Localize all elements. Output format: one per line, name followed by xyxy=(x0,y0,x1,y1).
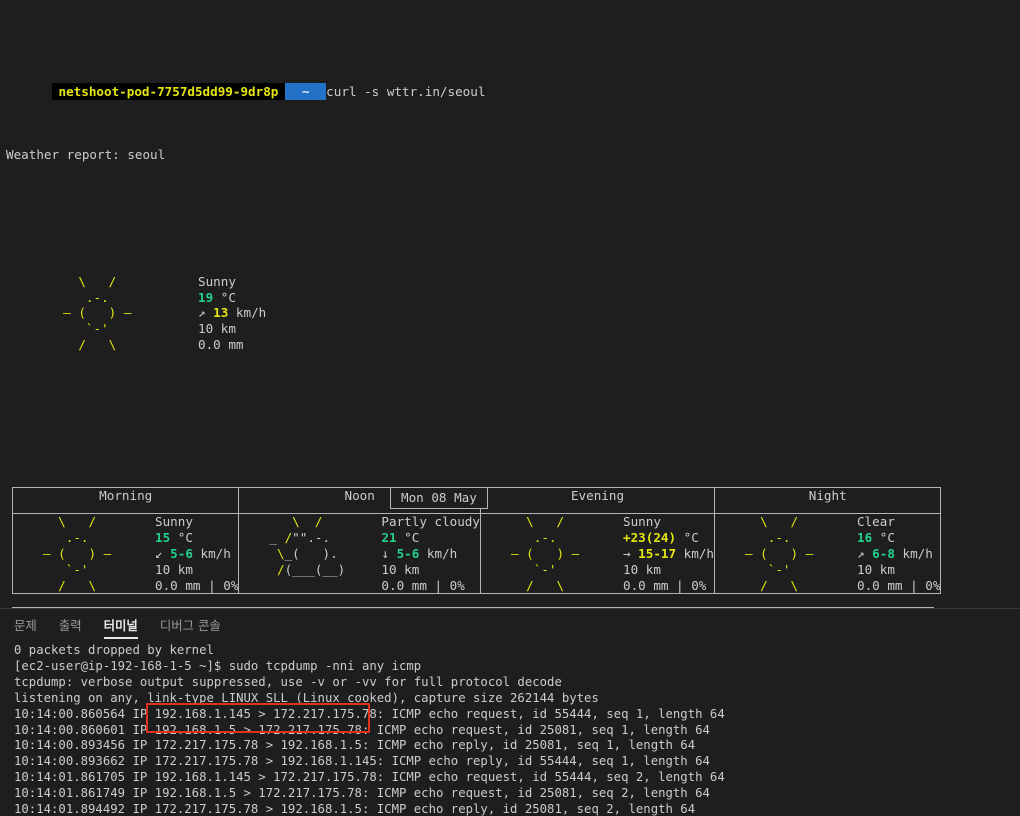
prompt-host: netshoot-pod-7757d5dd99-9dr8p xyxy=(51,83,286,101)
forecast-info-line: Sunny xyxy=(622,514,661,530)
terminal-editor-pane[interactable]: netshoot-pod-7757d5dd99-9dr8p ~ curl -s … xyxy=(0,0,1020,608)
current-info-line: 19 °C xyxy=(198,289,236,305)
tcpdump-line: 10:14:01.861749 IP 192.168.1.5 > 172.217… xyxy=(14,786,710,801)
current-info-line: 10 km xyxy=(198,321,236,337)
forecast-info-line: 10 km xyxy=(155,561,193,577)
prompt-command: curl -s wttr.in/seoul xyxy=(326,84,486,100)
forecast-weather-icon: /(___(__) xyxy=(277,561,361,577)
tcpdump-output[interactable]: 0 packets dropped by kernel [ec2-user@ip-… xyxy=(0,639,1020,816)
terminal-output[interactable]: netshoot-pod-7757d5dd99-9dr8p ~ curl -s … xyxy=(0,0,1020,608)
forecast-cell: \ / Partly cloudy _ /"".-. 21 °C \_( ). ↓… xyxy=(238,513,481,595)
bottom-panel[interactable]: 문제 출력 터미널 디버그 콘솔 0 packets dropped by kerne… xyxy=(0,609,1020,816)
forecast-weather-icon: \ / xyxy=(43,514,112,530)
forecast-weather-icon: ― ( ) ― xyxy=(510,545,580,561)
forecast-info-line: 0.0 mm | 0% xyxy=(381,577,465,593)
panel-tab-0[interactable]: 문제 xyxy=(14,618,37,639)
forecast-weather-icon: \_( ). xyxy=(277,545,361,561)
forecast-cell: \ / Sunny .-. +23(24) °C ― ( ) ― → 15-17 k… xyxy=(479,513,716,595)
tcpdump-line: 10:14:00.893456 IP 172.217.175.78 > 192.… xyxy=(14,738,696,753)
forecast-weather-icon: \ / xyxy=(292,514,323,530)
forecast-info-line: 0.0 mm | 0% xyxy=(857,577,941,593)
forecast-weather-icon: / \ xyxy=(43,577,112,593)
forecast-column-header: Night xyxy=(713,487,942,515)
forecast-weather-icon: .-. xyxy=(510,530,580,546)
forecast-info-line: 0.0 mm | 0% xyxy=(622,577,707,593)
forecast-weather-icon: .-. xyxy=(745,530,814,546)
forecast-info-line: ↗ 6-8 km/h xyxy=(857,545,933,561)
forecast-cell: \ / Clear .-. 16 °C ― ( ) ― ↗ 6-8 km/h `-'… xyxy=(713,513,942,595)
tcpdump-line: 10:14:00.860564 IP 192.168.1.145 > 172.2… xyxy=(14,706,725,721)
current-info-line: ↗ 13 km/h xyxy=(198,305,267,321)
forecast-weather-icon: `-' xyxy=(745,561,814,577)
forecast-weather-icon: ― ( ) ― xyxy=(745,545,814,561)
forecast-weather-icon: / \ xyxy=(510,577,580,593)
panel-tab-bar[interactable]: 문제 출력 터미널 디버그 콘솔 xyxy=(0,609,1020,639)
current-weather-icon: ― ( ) ― xyxy=(48,305,147,321)
forecast-weather-icon xyxy=(239,578,381,594)
forecast-info-line: 15 °C xyxy=(155,530,193,546)
current-info-line: 0.0 mm xyxy=(198,336,244,352)
forecast-weather-icon: .-. xyxy=(43,530,112,546)
tcpdump-line: 10:14:01.861705 IP 192.168.1.145 > 172.2… xyxy=(14,770,725,785)
forecast-info-line: ↓ 5-6 km/h xyxy=(381,545,458,561)
forecast-info-line: +23(24) °C xyxy=(622,530,699,546)
forecast-weather-icon: `-' xyxy=(43,561,112,577)
forecast-info-line: ↙ 5-6 km/h xyxy=(155,545,231,561)
forecast-weather-icon: _ /"".-. xyxy=(269,530,361,546)
current-conditions: \ / Sunny .-. 19 °C ― ( ) ― ↗ 13 km/h `-… xyxy=(6,274,1020,353)
tcpdump-line: 0 packets dropped by kernel xyxy=(14,643,214,657)
weather-report-header: Weather report: seoul xyxy=(6,147,166,163)
forecast-day-panel: Mon 08 May Morning Noon Evening Night \ / Su… xyxy=(6,487,1020,595)
prompt-separator-left xyxy=(285,83,295,101)
current-weather-icon: `-' xyxy=(48,321,147,337)
tcpdump-line: 10:14:00.860601 IP 192.168.1.5 > 172.217… xyxy=(14,722,710,737)
panel-tab-2[interactable]: 터미널 xyxy=(103,618,139,639)
tcpdump-line: listening on any, link-type LINUX SLL (L… xyxy=(14,690,599,705)
panel-tab-1[interactable]: 출력 xyxy=(59,618,82,639)
tcpdump-line: [ec2-user@ip-192-168-1-5 ~]$ sudo tcpdum… xyxy=(14,658,422,673)
current-weather-icon: / \ xyxy=(48,336,147,352)
forecast-info-line: 10 km xyxy=(622,561,661,577)
forecast-column-header: Morning xyxy=(11,487,240,515)
forecast-weather-icon: \ / xyxy=(745,514,814,530)
forecast-info-line: Sunny xyxy=(155,514,193,530)
forecast-weather-icon: / \ xyxy=(745,577,814,593)
forecast-date-badge: Tue 09 May xyxy=(390,607,488,608)
forecast-weather-icon: \ / xyxy=(510,514,580,530)
forecast-info-line: Partly cloudy xyxy=(381,514,480,530)
prompt-separator-right xyxy=(316,83,327,101)
prompt-path: ~ xyxy=(294,83,317,101)
panel-tab-3[interactable]: 디버그 콘솔 xyxy=(160,618,221,639)
forecast-info-line: Clear xyxy=(857,514,895,530)
tcpdump-line: 10:14:00.893662 IP 172.217.175.78 > 192.… xyxy=(14,754,710,769)
forecast-info-line: 0.0 mm | 0% xyxy=(155,577,239,593)
forecast-weather-icon: `-' xyxy=(510,561,580,577)
forecast-date-badge: Mon 08 May xyxy=(390,487,488,510)
forecast-info-line: 10 km xyxy=(857,561,895,577)
tcpdump-line: 10:14:01.894492 IP 172.217.175.78 > 192.… xyxy=(14,802,696,816)
forecast-weather-icon: ― ( ) ― xyxy=(43,545,112,561)
forecast-info-line: 21 °C xyxy=(381,530,420,546)
tcpdump-line: tcpdump: verbose output suppressed, use … xyxy=(14,674,562,689)
forecast-info-line: 10 km xyxy=(381,561,420,577)
forecast-column-header: Evening xyxy=(479,487,716,515)
current-weather-icon: \ / xyxy=(48,273,147,289)
current-weather-icon: .-. xyxy=(48,289,147,305)
current-info-line: Sunny xyxy=(198,273,236,289)
prompt-line-top: netshoot-pod-7757d5dd99-9dr8p ~ curl -s … xyxy=(6,66,1020,101)
forecast-info-line: 16 °C xyxy=(857,530,895,546)
forecast-info-line: → 15-17 km/h xyxy=(622,545,714,561)
forecast-cell: \ / Sunny .-. 15 °C ― ( ) ― ↙ 5-6 km/h `-'… xyxy=(11,513,240,595)
forecast-days: Mon 08 May Morning Noon Evening Night \ / Su… xyxy=(6,487,1020,608)
